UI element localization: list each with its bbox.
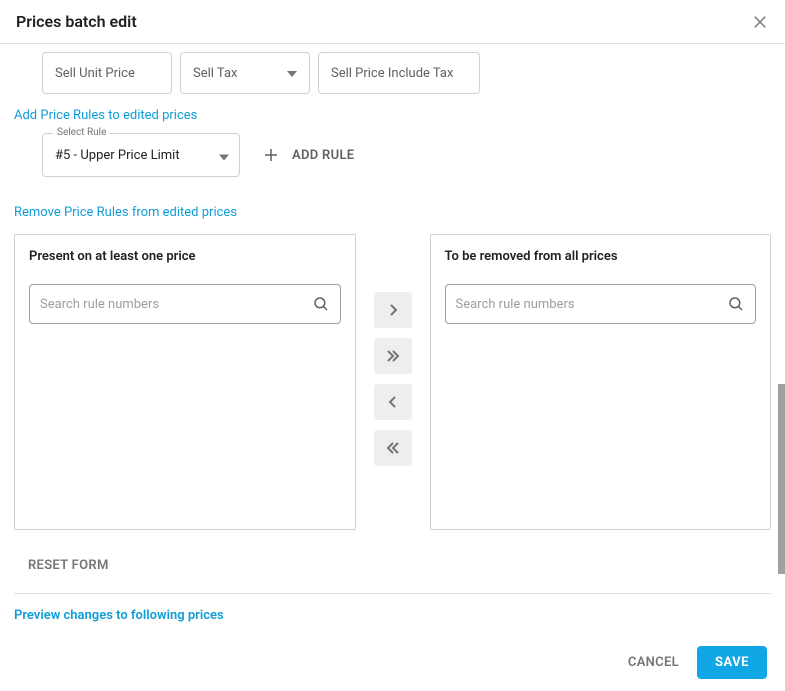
remove-price-rules-heading: Remove Price Rules from edited prices — [0, 177, 785, 226]
add-rule-row: Select Rule #5 - Upper Price Limit ADD R… — [0, 129, 785, 177]
chevron-right-icon — [388, 304, 398, 316]
select-rule-dropdown[interactable]: Select Rule #5 - Upper Price Limit — [42, 133, 240, 177]
move-all-left-button[interactable] — [374, 430, 412, 466]
select-rule-value: #5 - Upper Price Limit — [55, 148, 180, 163]
double-chevron-right-icon — [386, 350, 400, 362]
move-left-button[interactable] — [374, 384, 412, 420]
present-panel-title: Present on at least one price — [15, 235, 355, 276]
move-right-button[interactable] — [374, 292, 412, 328]
sell-inc-label: Sell Price Include Tax — [331, 66, 453, 81]
remove-search[interactable] — [445, 284, 757, 324]
dialog-footer: CANCEL SAVE — [0, 633, 785, 691]
chevron-down-icon — [219, 146, 229, 165]
search-icon — [727, 295, 745, 313]
search-icon — [312, 295, 330, 313]
present-panel: Present on at least one price — [14, 234, 356, 530]
add-price-rules-heading: Add Price Rules to edited prices — [0, 94, 785, 129]
present-search-input[interactable] — [40, 297, 312, 312]
price-fields-row: Sell Unit Price Sell Tax Sell Price Incl… — [0, 44, 785, 94]
dialog: Prices batch edit Sell Unit Price Sell T… — [0, 0, 785, 691]
dialog-title: Prices batch edit — [16, 12, 137, 31]
reset-form-button[interactable]: RESET FORM — [0, 530, 785, 585]
select-rule-float-label: Select Rule — [53, 127, 110, 138]
sell-tax-select[interactable]: Sell Tax — [180, 52, 310, 94]
remove-panel: To be removed from all prices — [430, 234, 772, 530]
transfer-buttons — [374, 234, 412, 530]
chevron-left-icon — [388, 396, 398, 408]
double-chevron-left-icon — [386, 442, 400, 454]
save-button[interactable]: SAVE — [697, 646, 767, 679]
close-button[interactable] — [751, 13, 769, 31]
transfer-container: Present on at least one price — [0, 226, 785, 530]
dialog-body: Sell Unit Price Sell Tax Sell Price Incl… — [0, 44, 785, 633]
sell-unit-label: Sell Unit Price — [55, 66, 135, 81]
remove-panel-title: To be removed from all prices — [431, 235, 771, 276]
sell-price-include-tax-field[interactable]: Sell Price Include Tax — [318, 52, 480, 94]
sell-tax-label: Sell Tax — [193, 66, 237, 81]
sell-unit-price-field[interactable]: Sell Unit Price — [42, 52, 172, 94]
close-icon — [751, 13, 769, 31]
add-rule-button[interactable]: ADD RULE — [262, 146, 354, 164]
move-all-right-button[interactable] — [374, 338, 412, 374]
remove-search-input[interactable] — [456, 297, 728, 312]
chevron-down-icon — [287, 66, 297, 81]
preview-changes-heading: Preview changes to following prices — [0, 594, 785, 629]
scrollbar-thumb[interactable] — [778, 384, 785, 574]
plus-icon — [262, 146, 280, 164]
present-search[interactable] — [29, 284, 341, 324]
dialog-header: Prices batch edit — [0, 0, 785, 44]
add-rule-label: ADD RULE — [292, 148, 354, 163]
cancel-button[interactable]: CANCEL — [628, 655, 679, 670]
